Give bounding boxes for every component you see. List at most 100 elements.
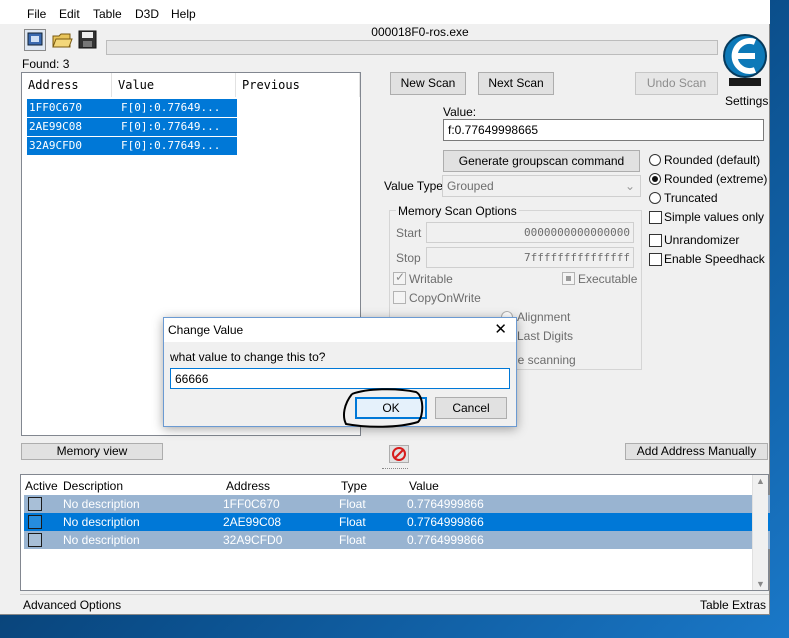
truncated-radio[interactable]	[649, 192, 661, 204]
memory-view-button[interactable]: Memory view	[21, 443, 163, 460]
cancel-button[interactable]: Cancel	[435, 397, 507, 419]
scan-result-row[interactable]: 2AE99C08 F[0]:0.77649...	[27, 118, 237, 136]
window-title: 000018F0-ros.exe	[371, 25, 469, 39]
generate-groupscan-button[interactable]: Generate groupscan command	[443, 150, 640, 172]
table-scrollbar[interactable]: ▲ ▼	[752, 475, 768, 590]
row-type: Float	[339, 533, 366, 547]
stop-icon[interactable]	[389, 445, 409, 463]
column-value[interactable]: Value	[409, 477, 439, 495]
column-address[interactable]: Address	[226, 477, 270, 495]
rounded-default-radio[interactable]	[649, 154, 661, 166]
open-file-icon[interactable]	[51, 29, 73, 51]
scroll-up-icon[interactable]: ▲	[756, 476, 765, 486]
column-value[interactable]: Value	[112, 73, 236, 97]
executable-checkbox[interactable]	[562, 272, 575, 285]
unrandomizer-checkbox[interactable]	[649, 234, 662, 247]
address-table[interactable]: Active Description Address Type Value No…	[20, 474, 770, 591]
memory-scan-options-title: Memory Scan Options	[396, 204, 519, 218]
row-address: 2AE99C08	[223, 515, 282, 529]
simple-values-checkbox[interactable]	[649, 211, 662, 224]
speedhack-checkbox[interactable]	[649, 253, 662, 266]
chevron-down-icon: ⌄	[624, 179, 635, 193]
scan-value-input[interactable]: f:0.77649998665	[443, 119, 764, 141]
menu-table[interactable]: Table	[93, 7, 122, 21]
table-extras-link[interactable]: Table Extras	[700, 598, 766, 612]
row-type: Float	[339, 497, 366, 511]
value-type-label: Value Type	[384, 179, 443, 193]
menu-bar: File Edit Table D3D Help	[0, 0, 770, 24]
rounded-extreme-label: Rounded (extreme)	[664, 172, 768, 186]
table-row[interactable]: No description 2AE99C08 Float 0.77649998…	[24, 513, 770, 531]
active-checkbox[interactable]	[28, 533, 42, 547]
column-description[interactable]: Description	[63, 477, 123, 495]
dialog-title: Change Value	[168, 323, 244, 337]
status-bar: Advanced Options Table Extras	[20, 594, 769, 614]
scan-result-row[interactable]: 32A9CFD0 F[0]:0.77649...	[27, 137, 237, 155]
menu-help[interactable]: Help	[171, 7, 196, 21]
advanced-options-link[interactable]: Advanced Options	[23, 598, 121, 612]
value-type-select[interactable]: Grouped ⌄	[442, 175, 641, 197]
copyonwrite-checkbox[interactable]	[393, 291, 406, 304]
settings-link[interactable]: Settings	[725, 94, 768, 108]
result-address: 2AE99C08	[29, 120, 82, 133]
last-digits-label: Last Digits	[517, 329, 574, 343]
row-description: No description	[63, 497, 140, 511]
found-count: Found: 3	[22, 57, 70, 71]
menu-d3d[interactable]: D3D	[135, 7, 159, 21]
result-value: F[0]:0.77649...	[121, 139, 221, 152]
dialog-titlebar: Change Value ✕	[164, 318, 516, 342]
dialog-prompt: what value to change this to?	[170, 350, 326, 364]
row-address: 32A9CFD0	[223, 533, 283, 547]
executable-label: Executable	[578, 272, 638, 286]
menu-edit[interactable]: Edit	[59, 7, 80, 21]
cheat-engine-logo[interactable]	[721, 26, 769, 92]
writable-label: Writable	[409, 272, 453, 286]
address-table-header: Active Description Address Type Value	[21, 477, 766, 495]
undo-scan-button[interactable]: Undo Scan	[635, 72, 718, 95]
simple-values-label: Simple values only	[664, 210, 765, 224]
active-checkbox[interactable]	[28, 515, 42, 529]
scan-progress-bar	[106, 40, 718, 55]
speedhack-label: Enable Speedhack	[664, 252, 765, 266]
row-value: 0.7764999866	[407, 497, 484, 511]
table-row[interactable]: No description 1FF0C670 Float 0.77649998…	[24, 495, 770, 513]
pause-scanning-label: le scanning	[515, 353, 576, 367]
row-type: Float	[339, 515, 366, 529]
add-address-manually-button[interactable]: Add Address Manually	[625, 443, 768, 460]
row-description: No description	[63, 515, 140, 529]
next-scan-button[interactable]: Next Scan	[478, 72, 554, 95]
table-row[interactable]: No description 32A9CFD0 Float 0.77649998…	[24, 531, 770, 549]
truncated-label: Truncated	[664, 191, 718, 205]
scroll-down-icon[interactable]: ▼	[756, 579, 765, 589]
column-type[interactable]: Type	[341, 477, 367, 495]
close-icon[interactable]: ✕	[494, 320, 507, 338]
start-address-input[interactable]: 0000000000000000	[426, 222, 634, 243]
unrandomizer-label: Unrandomizer	[664, 233, 740, 247]
value-type-selected: Grouped	[447, 179, 494, 193]
result-value: F[0]:0.77649...	[121, 101, 221, 114]
new-scan-button[interactable]: New Scan	[390, 72, 466, 95]
value-label: Value:	[443, 105, 477, 119]
splitter-handle[interactable]	[382, 468, 408, 471]
menu-file[interactable]: File	[27, 7, 46, 21]
column-active[interactable]: Active	[25, 477, 58, 495]
active-checkbox[interactable]	[28, 497, 42, 511]
save-icon[interactable]	[77, 29, 99, 51]
row-address: 1FF0C670	[223, 497, 280, 511]
result-address: 1FF0C670	[29, 101, 82, 114]
rounded-extreme-radio[interactable]	[649, 173, 661, 185]
annotation-circle	[343, 388, 424, 428]
stop-address-input[interactable]: 7fffffffffffffff	[426, 247, 634, 268]
alignment-label: Alignment	[517, 310, 571, 324]
row-value: 0.7764999866	[407, 515, 484, 529]
result-value: F[0]:0.77649...	[121, 120, 221, 133]
column-previous[interactable]: Previous	[236, 73, 360, 97]
open-process-icon[interactable]	[24, 29, 46, 51]
row-description: No description	[63, 533, 140, 547]
column-address[interactable]: Address	[22, 73, 112, 97]
rounded-default-label: Rounded (default)	[664, 153, 761, 167]
scan-result-row[interactable]: 1FF0C670 F[0]:0.77649...	[27, 99, 237, 117]
writable-checkbox[interactable]: ✓	[393, 270, 406, 285]
row-value: 0.7764999866	[407, 533, 484, 547]
copyonwrite-label: CopyOnWrite	[409, 291, 481, 305]
